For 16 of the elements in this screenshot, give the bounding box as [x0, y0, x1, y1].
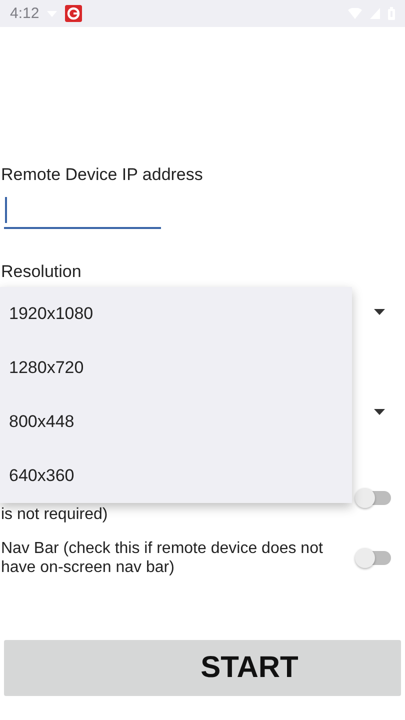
dropdown-option[interactable]: 640x360 [0, 449, 352, 503]
dropdown-arrow-icon[interactable] [374, 309, 385, 315]
switch-label: Nav Bar (check this if remote device does not have on-screen nav bar) [1, 539, 324, 577]
dropdown-arrow-icon[interactable] [374, 409, 385, 415]
dropdown-option[interactable]: 1280x720 [0, 341, 352, 395]
switch-label: is not required) [1, 505, 108, 524]
toggle-switch[interactable] [357, 551, 391, 565]
start-button[interactable]: START [4, 640, 401, 696]
ip-label: Remote Device IP address [0, 165, 204, 185]
app-notification-icon [65, 5, 82, 22]
toggle-switch[interactable] [357, 490, 391, 504]
dropdown-option[interactable]: 1920x1080 [0, 287, 352, 341]
status-time: 4:12 [10, 5, 40, 22]
dropdown-option[interactable]: 800x448 [0, 395, 352, 449]
resolution-label: Resolution [0, 262, 82, 282]
ip-input-field[interactable] [4, 195, 161, 229]
